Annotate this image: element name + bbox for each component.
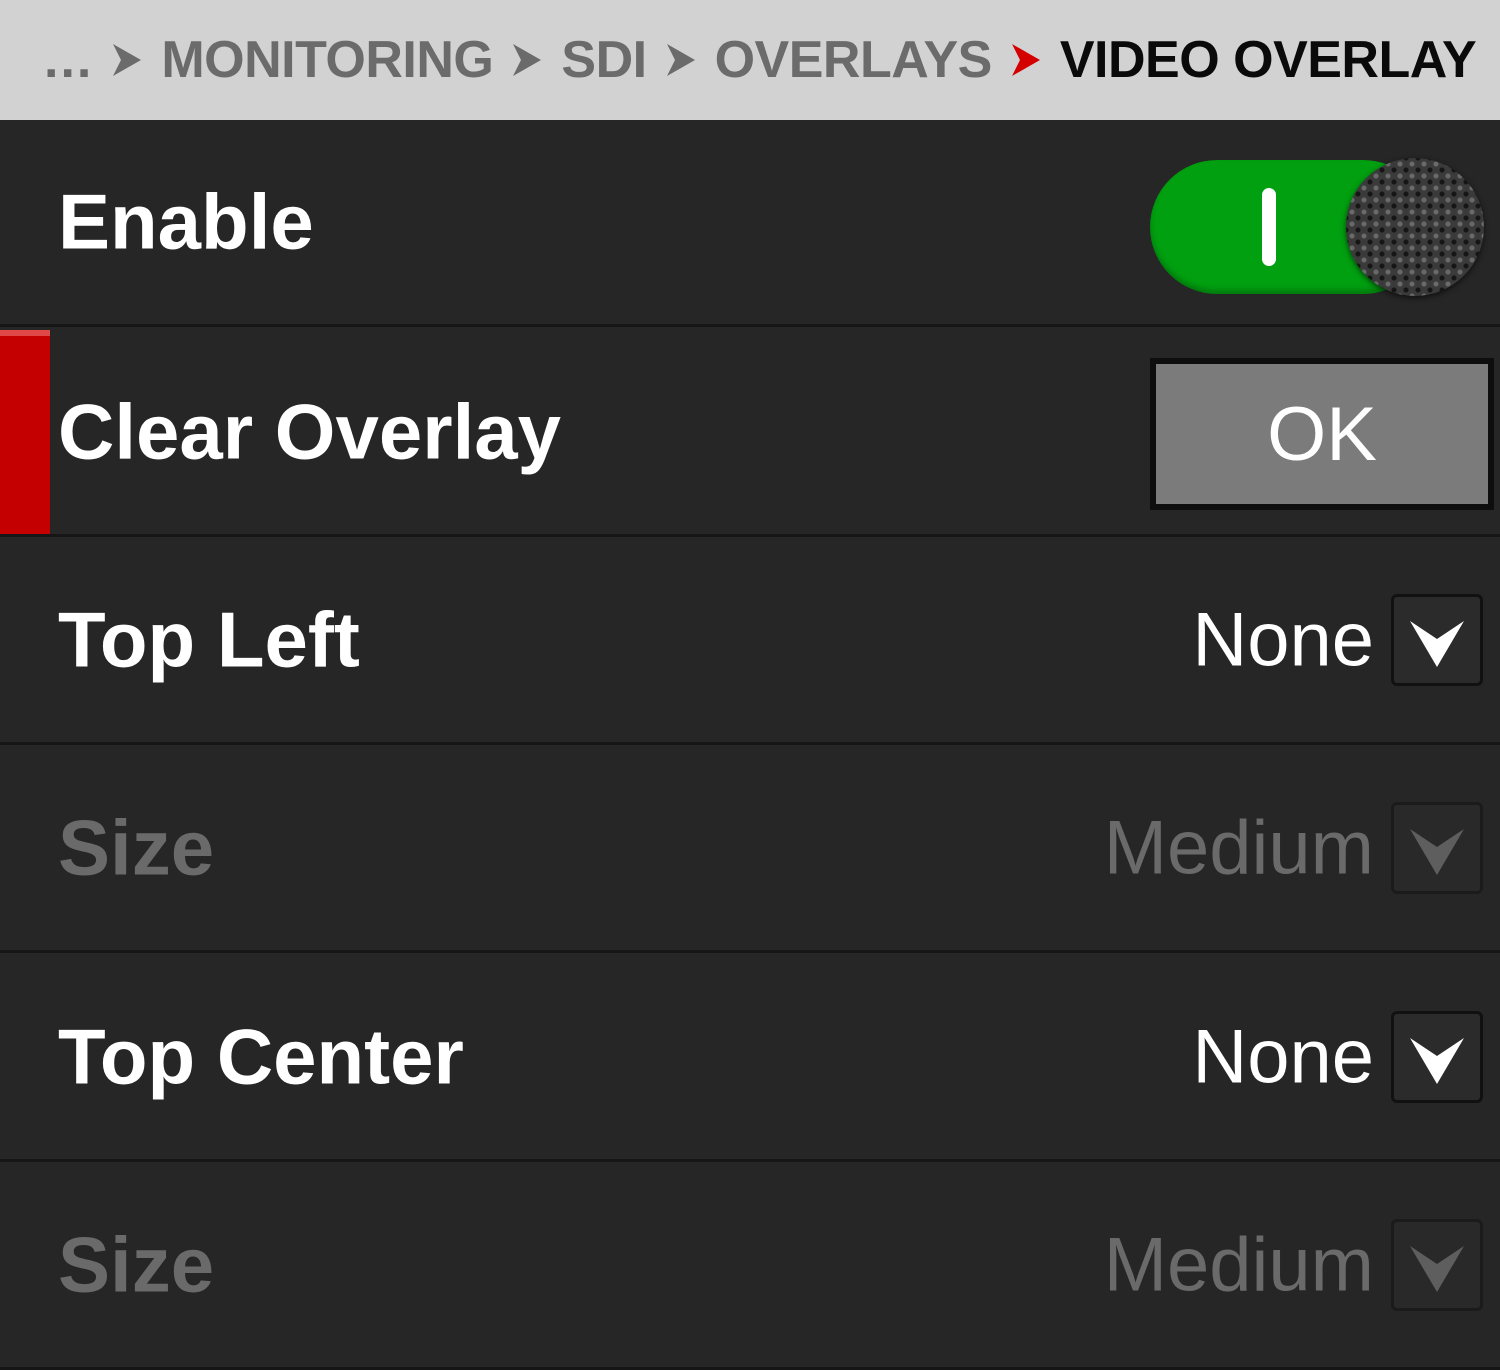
top-left-size-label: Size xyxy=(58,803,215,892)
chevron-right-icon xyxy=(665,42,697,78)
chevron-right-icon xyxy=(511,42,543,78)
enable-toggle[interactable] xyxy=(1150,158,1484,296)
breadcrumb-video-overlay: VIDEO OVERLAY xyxy=(1059,31,1477,89)
row-top-center-size: Size Medium xyxy=(0,1163,1500,1370)
video-overlay-screen: ... MONITORING SDI OVERLAYS VIDEO OVERLA… xyxy=(0,0,1500,1370)
enable-label: Enable xyxy=(58,177,314,266)
top-center-size-label: Size xyxy=(58,1220,215,1309)
clear-overlay-label: Clear Overlay xyxy=(58,387,562,476)
breadcrumb-sdi[interactable]: SDI xyxy=(561,30,647,90)
row-top-left[interactable]: Top Left None xyxy=(0,538,1500,745)
chevron-down-icon[interactable] xyxy=(1391,1011,1483,1103)
row-top-center[interactable]: Top Center None xyxy=(0,955,1500,1162)
toggle-knob xyxy=(1346,158,1484,296)
top-left-label: Top Left xyxy=(58,595,360,684)
chevron-right-icon xyxy=(111,42,143,78)
breadcrumb: ... MONITORING SDI OVERLAYS VIDEO OVERLA… xyxy=(0,0,1500,120)
top-center-size-value: Medium xyxy=(1103,1222,1374,1308)
top-center-label: Top Center xyxy=(58,1012,464,1101)
clear-overlay-ok-button[interactable]: OK xyxy=(1150,358,1494,510)
chevron-down-icon xyxy=(1391,1219,1483,1311)
top-left-size-value: Medium xyxy=(1103,805,1374,891)
breadcrumb-monitoring[interactable]: MONITORING xyxy=(161,30,494,90)
top-center-value[interactable]: None xyxy=(1192,1014,1374,1101)
selection-indicator xyxy=(0,330,50,534)
row-top-left-size: Size Medium xyxy=(0,746,1500,953)
chevron-down-icon xyxy=(1391,802,1483,894)
chevron-right-icon xyxy=(1010,42,1042,78)
breadcrumb-overlays[interactable]: OVERLAYS xyxy=(715,30,993,90)
chevron-down-icon[interactable] xyxy=(1391,594,1483,686)
top-left-value[interactable]: None xyxy=(1192,597,1374,684)
breadcrumb-ellipsis[interactable]: ... xyxy=(44,30,93,90)
toggle-on-indicator xyxy=(1262,188,1276,266)
